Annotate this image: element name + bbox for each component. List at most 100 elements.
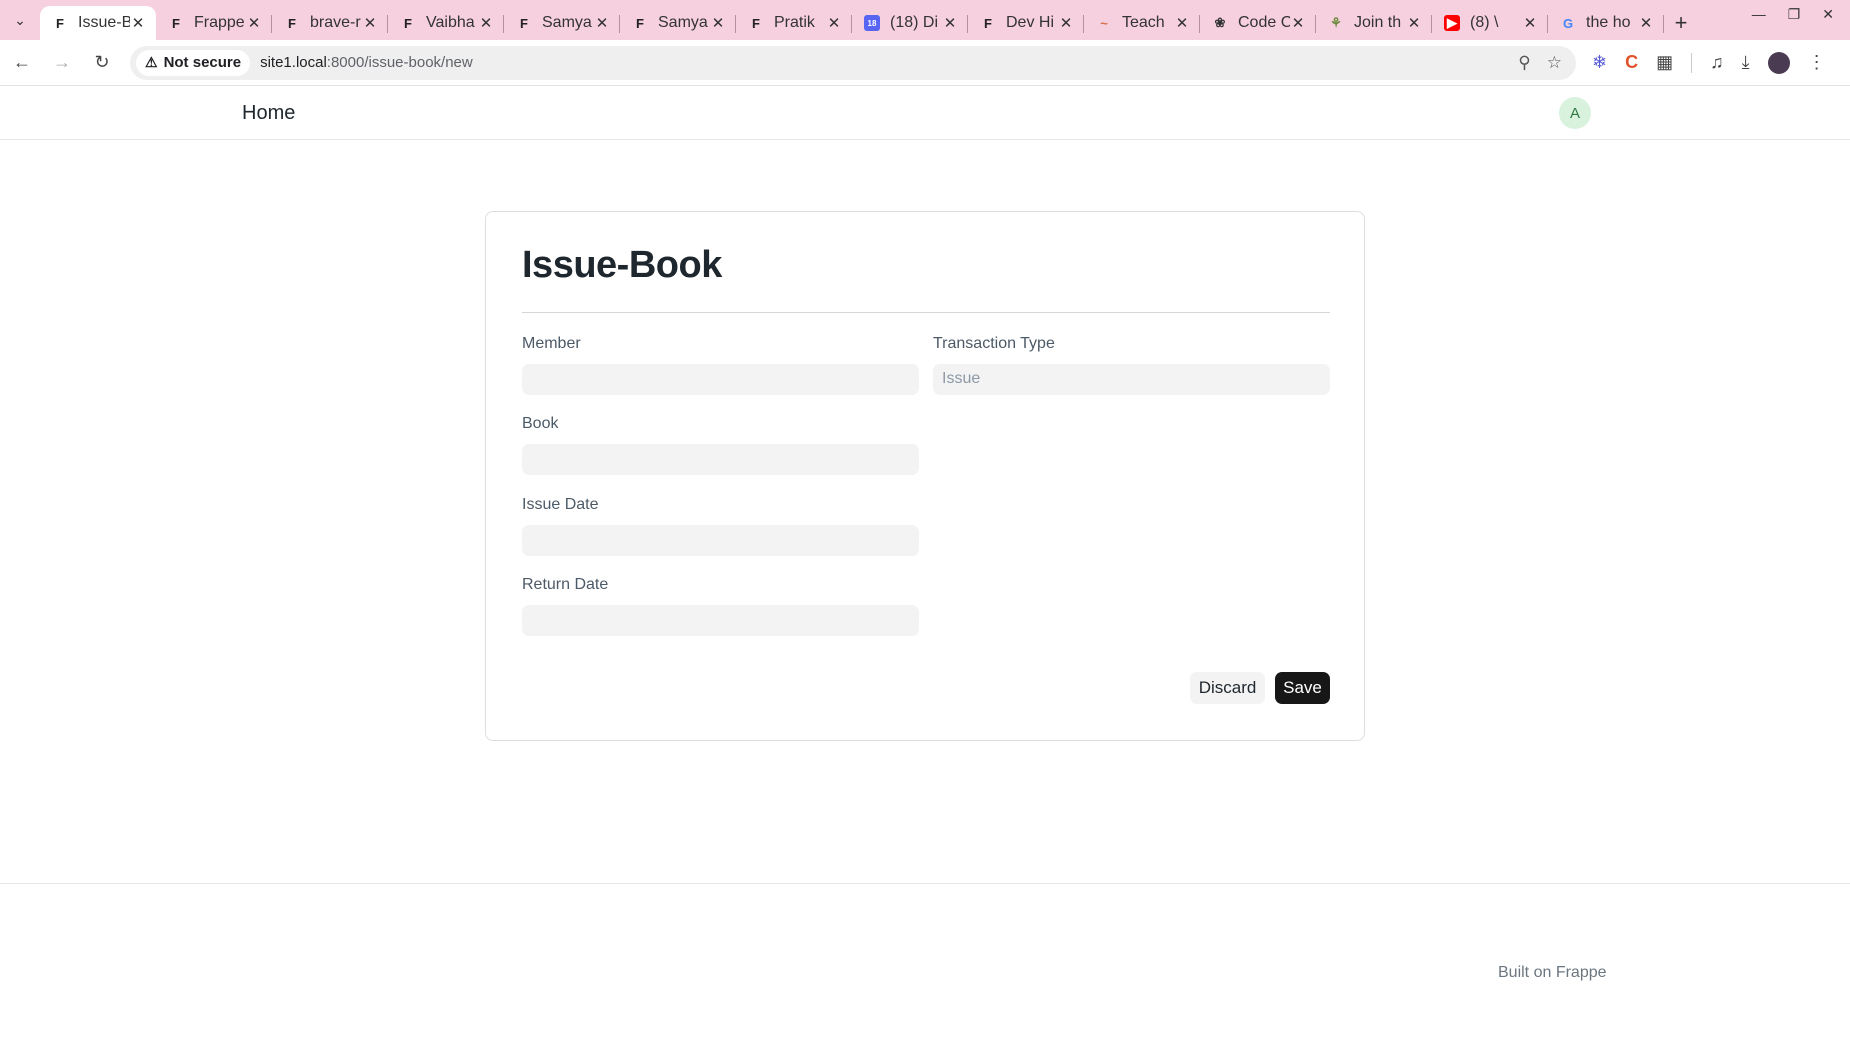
reload-button[interactable]: ↻ [84,45,120,81]
close-tab-icon[interactable]: ✕ [1522,14,1538,32]
frappe-favicon-icon: F [752,15,760,31]
close-tab-icon[interactable]: ✕ [1058,14,1074,32]
site-footer: Built on Frappe [0,883,1850,1053]
browser-tab[interactable]: ⚘ Join th ✕ [1316,6,1432,40]
browser-tab-title: Dev Hi [1006,14,1055,31]
built-on-frappe-link[interactable]: Built on Frappe [1498,964,1607,982]
browser-tab-strip: ⌄ F Issue-B ✕ F Frappe ✕ Fbrave-r ✕ F Vaibha ✕ F Sam… [0,0,1850,40]
profile-avatar[interactable] [1767,51,1790,74]
close-tab-icon[interactable]: ✕ [826,14,842,32]
warning-icon: ⚠ [145,54,158,70]
discard-button[interactable]: Discard [1190,672,1265,704]
tab-list: F Issue-B ✕ F Frappe ✕ Fbrave-r ✕ F Vaibha ✕ F Samya… [40,6,1664,40]
frappe-favicon-icon: F [520,15,528,31]
close-tab-icon[interactable]: ✕ [594,14,610,32]
issue-date-label: Issue Date [522,496,599,513]
browser-tab-title: Vaibha [426,14,475,31]
web-page: Home A Issue-Book Member Transaction Typ… [0,86,1850,1053]
restore-icon[interactable]: ❐ [1788,6,1801,23]
browser-tab[interactable]: F Samya ✕ [620,6,736,40]
browser-tab[interactable]: Gthe ho ✕ [1548,6,1664,40]
extension-c-icon[interactable]: C [1625,52,1638,73]
youtube-favicon-icon: ▶ [1444,15,1460,31]
join-favicon-icon: ⚘ [1330,15,1342,30]
home-link[interactable]: Home [242,102,295,125]
browser-tab[interactable]: F Frappe ✕ [156,6,272,40]
browser-tab-title: Issue-B [78,14,130,31]
browser-tab[interactable]: F Vaibha ✕ [388,6,504,40]
browser-tab[interactable]: F Dev Hi ✕ [968,6,1084,40]
tab-search-chevron-icon[interactable]: ⌄ [0,0,40,40]
frappe-favicon-icon: F [288,15,296,31]
return-date-input[interactable] [522,605,919,636]
browser-tab[interactable]: F Samya ✕ [504,6,620,40]
security-label: Not secure [163,54,242,71]
browser-tab[interactable]: ~ Teach ✕ [1084,6,1200,40]
browser-tab-title: (8) \ [1470,14,1499,31]
media-controls-icon[interactable]: ♫ [1710,52,1724,73]
url-path: :8000/issue-book/new [326,54,473,71]
close-tab-icon[interactable]: ✕ [1174,14,1190,32]
issue-date-input[interactable] [522,525,919,556]
minimize-icon[interactable]: — [1752,6,1766,23]
site-security-chip[interactable]: ⚠ Not secure [136,49,251,76]
close-window-icon[interactable]: ✕ [1822,6,1834,23]
return-date-label: Return Date [522,576,609,593]
frappe-favicon-icon: F [984,15,992,31]
forward-button[interactable]: → [44,45,80,81]
frappe-favicon-icon: F [636,15,644,31]
extensions-puzzle-icon[interactable]: ▦ [1656,52,1673,73]
frappe-favicon-icon: F [172,15,180,31]
extension-snowflake-icon[interactable]: ❄ [1592,52,1607,73]
browser-tab-title: brave-r [310,14,361,31]
title-divider [522,312,1330,313]
close-tab-icon[interactable]: ✕ [1638,14,1654,32]
browser-tab-title: the ho [1586,14,1631,31]
google-favicon-icon: G [1562,15,1574,31]
back-button[interactable]: ← [4,45,40,81]
browser-toolbar: ← → ↻ ⚠ Not secure site1.local:8000/issu… [0,40,1850,86]
close-tab-icon[interactable]: ✕ [942,14,958,32]
user-avatar[interactable]: A [1559,97,1591,129]
close-tab-icon[interactable]: ✕ [1406,14,1422,32]
url-host: site1.local [260,54,327,71]
close-tab-icon[interactable]: ✕ [362,14,378,32]
browser-tab-title: (18) Di [890,14,939,31]
form-title: Issue-Book [522,244,722,286]
close-tab-icon[interactable]: ✕ [478,14,494,32]
new-tab-button[interactable]: + [1664,6,1698,40]
book-input[interactable] [522,444,919,475]
browser-tab[interactable]: ❀ Code C ✕ [1200,6,1316,40]
transaction-type-input[interactable]: Issue [933,364,1330,395]
browser-menu-icon[interactable]: ⋮ [1808,52,1826,73]
transaction-type-label: Transaction Type [933,335,1055,352]
zoom-icon[interactable]: ⚲ [1518,53,1530,73]
save-button[interactable]: Save [1275,672,1330,704]
url-text[interactable]: site1.local:8000/issue-book/new [260,54,473,71]
address-bar[interactable]: ⚠ Not secure site1.local:8000/issue-book… [130,45,1576,80]
openai-favicon-icon: ❀ [1214,15,1226,30]
browser-tab[interactable]: 18 (18) Di ✕ [852,6,968,40]
teach-favicon-icon: ~ [1100,15,1108,31]
return-date-field: Return Date [522,576,919,636]
toolbar-divider [1691,52,1693,73]
frappe-favicon-icon: F [56,15,64,31]
bookmark-star-icon[interactable]: ☆ [1547,53,1562,73]
member-input[interactable] [522,364,919,395]
browser-tab[interactable]: Fbrave-r ✕ [272,6,388,40]
close-tab-icon[interactable]: ✕ [246,14,262,32]
book-field: Book [522,415,919,475]
close-tab-icon[interactable]: ✕ [710,14,726,32]
site-navbar: Home A [0,86,1850,140]
issue-date-field: Issue Date [522,496,919,556]
browser-tab-title: Pratik [774,14,815,31]
close-tab-icon[interactable]: ✕ [1290,14,1306,32]
browser-tab-title: Teach [1122,14,1165,31]
browser-tab-title: Frappe [194,14,245,31]
download-icon[interactable]: ⤓ [1742,52,1750,73]
close-tab-icon[interactable]: ✕ [130,14,146,32]
browser-tab[interactable]: ▶ (8) \ ✕ [1432,6,1548,40]
browser-tab[interactable]: F Issue-B ✕ [40,6,156,40]
browser-tab[interactable]: F Pratik ✕ [736,6,852,40]
tab-separator [1663,15,1664,33]
